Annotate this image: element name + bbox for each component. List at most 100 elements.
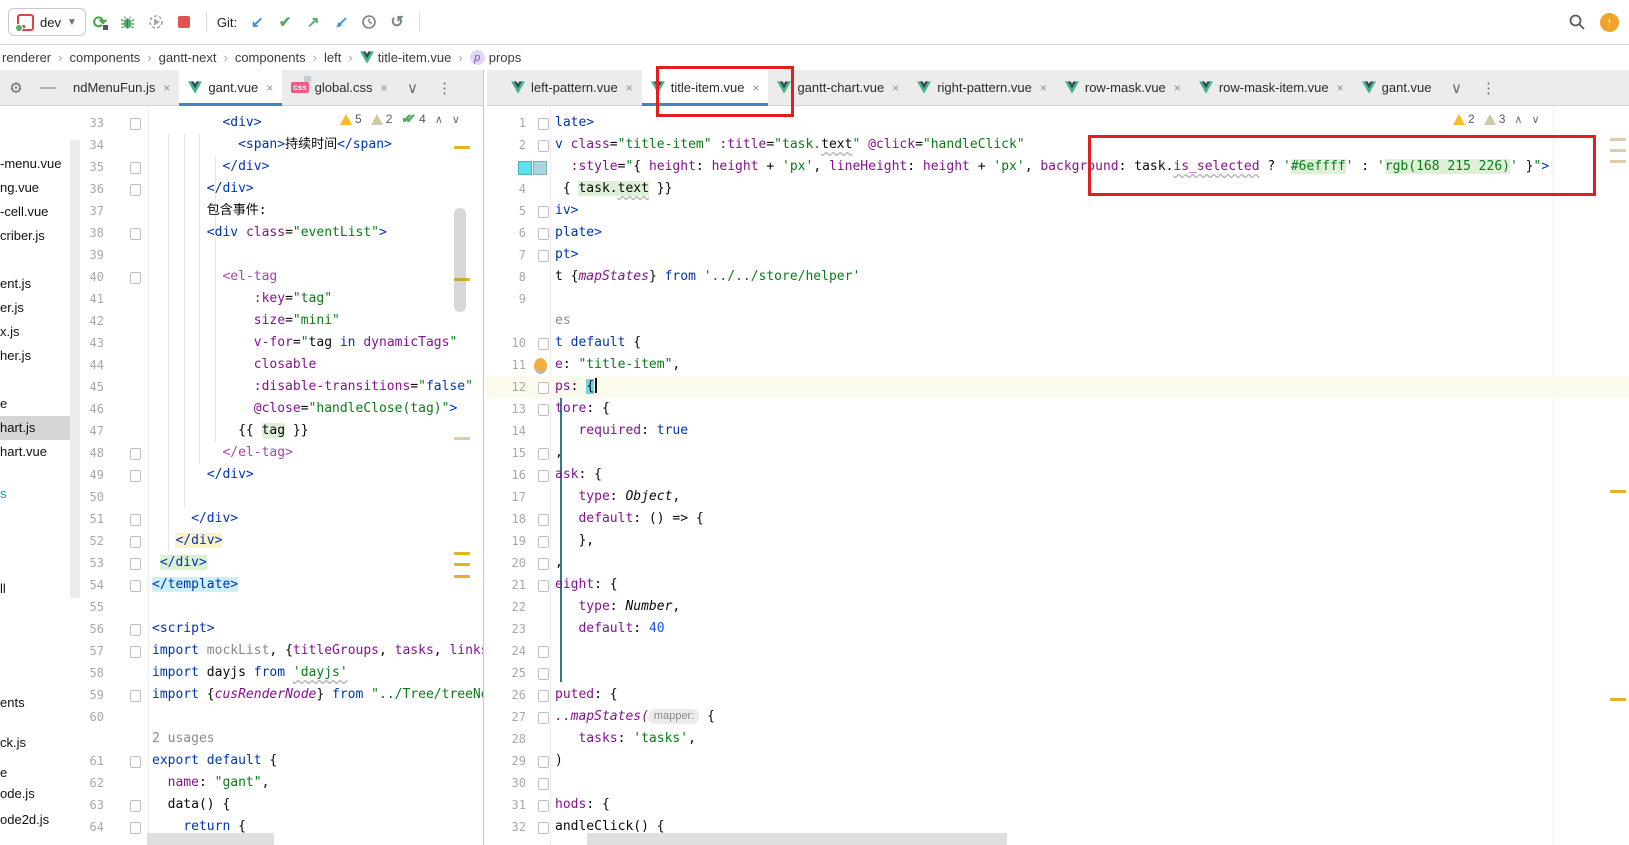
- tab-row-mask.vue[interactable]: row-mask.vue×: [1056, 70, 1190, 105]
- breadcrumb-item[interactable]: title-item.vue: [358, 50, 454, 65]
- code-line[interactable]: 44 closable: [80, 354, 483, 376]
- fold-marker-icon[interactable]: [130, 184, 141, 196]
- rerun-button[interactable]: ⟳: [86, 9, 114, 35]
- sidebar-scrollbar[interactable]: [70, 140, 80, 598]
- next-problem-icon[interactable]: ∨: [1531, 113, 1539, 126]
- run-config-selector[interactable]: dev ▼: [8, 8, 86, 36]
- fold-marker-icon[interactable]: [130, 448, 141, 460]
- tab-list-dropdown[interactable]: ∨: [396, 70, 428, 105]
- close-icon[interactable]: ×: [380, 81, 387, 95]
- code-line[interactable]: 2 usages: [80, 728, 483, 750]
- run-with-coverage-button[interactable]: [142, 9, 170, 35]
- fold-marker-icon[interactable]: [538, 470, 549, 482]
- close-icon[interactable]: ×: [1174, 81, 1181, 95]
- code-line[interactable]: 25: [486, 662, 1629, 684]
- code-line[interactable]: 48 </el-tag>: [80, 442, 483, 464]
- fold-marker-icon[interactable]: [130, 646, 141, 658]
- code-line[interactable]: 12ps: {: [486, 376, 1629, 398]
- fold-marker-icon[interactable]: [130, 536, 141, 548]
- fold-marker-icon[interactable]: [538, 338, 549, 350]
- code-line[interactable]: 29): [486, 750, 1629, 772]
- sidebar-file-item[interactable]: e: [0, 392, 70, 416]
- code-line[interactable]: 5iv>: [486, 200, 1629, 222]
- scrollbar-thumb[interactable]: [454, 208, 466, 312]
- left-editor[interactable]: 33 <div>34 <span>持续时间</span>35 </div>36 …: [80, 106, 483, 845]
- settings-button[interactable]: ⚙: [0, 70, 32, 105]
- fold-marker-icon[interactable]: [538, 250, 549, 262]
- git-update-button[interactable]: ↙: [243, 9, 271, 35]
- tab-gant.vue[interactable]: gant.vue×: [179, 70, 282, 105]
- fold-marker-icon[interactable]: [538, 756, 549, 768]
- code-line[interactable]: 16ask: {: [486, 464, 1629, 486]
- code-line[interactable]: 45 :disable-transitions="false": [80, 376, 483, 398]
- code-line[interactable]: 24: [486, 640, 1629, 662]
- tab-right-pattern.vue[interactable]: right-pattern.vue×: [908, 70, 1056, 105]
- code-line[interactable]: 52 </div>: [80, 530, 483, 552]
- sidebar-file-item[interactable]: x.js: [0, 320, 70, 344]
- code-line[interactable]: 47 {{ tag }}: [80, 420, 483, 442]
- fold-marker-icon[interactable]: [130, 118, 141, 130]
- debug-button[interactable]: [114, 9, 142, 35]
- search-everywhere-button[interactable]: [1568, 13, 1586, 31]
- sidebar-file-item[interactable]: hart.js: [0, 416, 70, 440]
- code-line[interactable]: 30: [486, 772, 1629, 794]
- right-editor[interactable]: 1late>2v class="title-item" :title="task…: [486, 106, 1629, 845]
- fold-marker-icon[interactable]: [538, 514, 549, 526]
- code-line[interactable]: 55: [80, 596, 483, 618]
- color-swatch[interactable]: [533, 161, 547, 175]
- code-line[interactable]: 21eight: {: [486, 574, 1629, 596]
- code-line[interactable]: 61export default {: [80, 750, 483, 772]
- rollback-button[interactable]: ↺: [383, 9, 411, 35]
- breadcrumb-item[interactable]: renderer: [0, 50, 53, 65]
- code-line[interactable]: 36 </div>: [80, 178, 483, 200]
- fold-marker-icon[interactable]: [130, 470, 141, 482]
- fold-marker-icon[interactable]: [130, 690, 141, 702]
- fold-marker-icon[interactable]: [130, 756, 141, 768]
- inspections-widget-right[interactable]: 23 ∧ ∨: [1447, 108, 1546, 130]
- sidebar-file-item[interactable]: ode2d.js: [0, 808, 70, 832]
- tab-ndMenuFun.js[interactable]: ndMenuFun.js×: [64, 70, 179, 105]
- sidebar-file-item[interactable]: ll: [0, 577, 70, 601]
- inspection-warning[interactable]: 2: [1453, 112, 1475, 126]
- code-line[interactable]: 22 type: Number,: [486, 596, 1629, 618]
- fold-marker-icon[interactable]: [130, 624, 141, 636]
- code-line[interactable]: es: [486, 310, 1629, 332]
- fold-marker-icon[interactable]: [538, 822, 549, 834]
- prev-problem-icon[interactable]: ∧: [1514, 113, 1522, 126]
- fold-marker-icon[interactable]: [538, 382, 549, 394]
- git-history-button[interactable]: [355, 9, 383, 35]
- color-swatch[interactable]: [518, 161, 532, 175]
- inspection-weak-warning[interactable]: 2: [371, 111, 393, 127]
- prev-problem-icon[interactable]: ∧: [435, 113, 443, 126]
- fold-marker-icon[interactable]: [538, 800, 549, 812]
- inspection-weak-warning[interactable]: 3: [1484, 112, 1506, 126]
- fold-marker-icon[interactable]: [538, 690, 549, 702]
- fold-marker-icon[interactable]: [538, 668, 549, 680]
- fold-marker-icon[interactable]: [130, 162, 141, 174]
- fold-marker-icon[interactable]: [538, 580, 549, 592]
- code-line[interactable]: 37 包含事件:: [80, 200, 483, 222]
- code-line[interactable]: 41 :key="tag": [80, 288, 483, 310]
- code-line[interactable]: 9: [486, 288, 1629, 310]
- tab-row-mask-item.vue[interactable]: row-mask-item.vue×: [1190, 70, 1353, 105]
- fold-marker-icon[interactable]: [130, 558, 141, 570]
- fold-marker-icon[interactable]: [538, 536, 549, 548]
- code-line[interactable]: 23 default: 40: [486, 618, 1629, 640]
- next-problem-icon[interactable]: ∨: [452, 113, 460, 126]
- close-icon[interactable]: ×: [1040, 81, 1047, 95]
- code-line[interactable]: 17 type: Object,: [486, 486, 1629, 508]
- fold-marker-icon[interactable]: [130, 800, 141, 812]
- code-line[interactable]: 11e: "title-item",: [486, 354, 1629, 376]
- tab-options-menu[interactable]: ⋮: [1473, 70, 1505, 105]
- code-line[interactable]: 56<script>: [80, 618, 483, 640]
- git-merge-button[interactable]: [327, 9, 355, 35]
- code-line[interactable]: 40 <el-tag: [80, 266, 483, 288]
- code-line[interactable]: 32andleClick() {: [486, 816, 1629, 838]
- code-line[interactable]: 58import dayjs from 'dayjs': [80, 662, 483, 684]
- code-line[interactable]: 51 </div>: [80, 508, 483, 530]
- code-line[interactable]: 53 </div>: [80, 552, 483, 574]
- code-line[interactable]: 35 </div>: [80, 156, 483, 178]
- git-commit-button[interactable]: ✔: [271, 9, 299, 35]
- code-line[interactable]: 20,: [486, 552, 1629, 574]
- tab-gant.vue[interactable]: gant.vue: [1353, 70, 1441, 105]
